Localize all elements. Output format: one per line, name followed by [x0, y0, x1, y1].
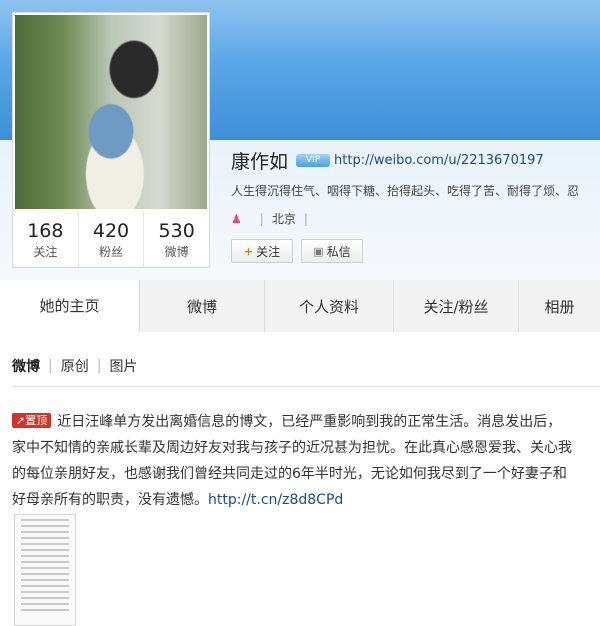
pinned-post: ➚置顶 近日汪峰单方发出离婚信息的博文，已经严重影响到我的正常生活。消息发出后， …: [12, 409, 600, 513]
filter-separator: |: [48, 358, 53, 374]
stat-followers-label: 粉丝: [99, 245, 124, 259]
document-text-line: [21, 525, 69, 527]
message-button-label: 私信: [326, 244, 351, 259]
document-text-line: [21, 585, 69, 587]
document-text-line: [21, 537, 69, 539]
profile-name-row: 康作如 VIP http://weibo.com/u/2213670197: [231, 147, 544, 174]
location-separator-trailing: |: [303, 211, 308, 226]
tab-weibo[interactable]: 微博: [140, 280, 265, 332]
avatar[interactable]: [15, 15, 207, 209]
tab-profile-info[interactable]: 个人资料: [265, 280, 394, 332]
filter-weibo[interactable]: 微博: [12, 356, 40, 376]
filter-separator: |: [96, 358, 102, 374]
profile-location[interactable]: 北京: [272, 210, 296, 227]
document-text-line: [21, 609, 69, 611]
post-text-1: 近日汪峰单方发出离婚信息的博文，已经严重影响到我的正常生活。消息发出后，: [57, 414, 562, 430]
follow-button[interactable]: + 关注: [231, 239, 293, 263]
document-text-line: [21, 543, 69, 545]
post-line-4: 好母亲所有的职责，没有遗憾。http://t.cn/z8d8CPd: [12, 487, 600, 513]
stat-following-count: 168: [27, 220, 64, 242]
profile-name: 康作如: [231, 151, 289, 173]
profile-location-row: ♟ | 北京 |: [231, 210, 316, 227]
message-button[interactable]: ▣ 私信: [301, 239, 363, 263]
plus-icon: +: [243, 244, 254, 258]
document-text-line: [21, 573, 69, 575]
post-image-thumbnail[interactable]: [14, 514, 76, 626]
document-text-line: [21, 567, 69, 569]
document-text-line: [21, 591, 69, 593]
stat-posts-count: 530: [158, 220, 195, 242]
pin-icon: ➚: [16, 414, 26, 427]
post-text-4: 好母亲所有的职责，没有遗憾。: [12, 492, 208, 508]
stat-followers[interactable]: 420 粉丝: [79, 211, 145, 267]
feed-divider: [12, 386, 600, 387]
post-text-2: 家中不知情的亲戚长辈及周边好友对我与孩子的近况甚为担忧。在此真心感恩爱我、关心我: [12, 440, 572, 456]
stat-posts[interactable]: 530 微博: [144, 211, 209, 267]
document-text-line: [21, 531, 69, 533]
profile-bio: 人生得沉得住气、咽得下糖、抬得起头、吃得了苦、耐得了烦、忍: [231, 184, 580, 198]
document-text-line: [21, 549, 69, 551]
pin-tag: ➚置顶: [12, 413, 52, 428]
document-text-line: [21, 603, 69, 605]
profile-url-link[interactable]: http://weibo.com/u/2213670197: [334, 153, 544, 168]
stat-posts-label: 微博: [164, 245, 189, 259]
tab-following-followers[interactable]: 关注/粉丝: [394, 280, 519, 332]
post-text-3: 的每位亲朋好友，也感谢我们曾经共同走过的6年半时光，无论如何我尽到了一个好妻子和: [12, 466, 567, 482]
profile-card: 168 关注 420 粉丝 530 微博: [12, 12, 210, 268]
post-short-link[interactable]: http://t.cn/z8d8CPd: [208, 492, 343, 508]
tab-albums[interactable]: 相册: [519, 280, 600, 332]
profile-tabs: 她的主页 微博 个人资料 关注/粉丝 相册: [0, 280, 600, 332]
stat-following-label: 关注: [33, 245, 58, 259]
profile-stats: 168 关注 420 粉丝 530 微博: [13, 211, 209, 267]
stat-following[interactable]: 168 关注: [13, 211, 79, 267]
post-line-1: ➚置顶 近日汪峰单方发出离婚信息的博文，已经严重影响到我的正常生活。消息发出后，: [12, 409, 600, 435]
document-text-line: [21, 561, 69, 563]
document-text-line: [21, 555, 69, 557]
document-text-line: [21, 519, 69, 521]
filter-original[interactable]: 原创: [61, 356, 89, 376]
document-text-line: [21, 597, 69, 599]
follow-button-label: 关注: [256, 244, 281, 259]
pin-tag-label: 置顶: [25, 414, 48, 427]
message-icon: ▣: [313, 244, 324, 258]
document-text-line: [21, 579, 69, 581]
filter-images[interactable]: 图片: [109, 356, 137, 376]
vip-badge-icon[interactable]: VIP: [296, 154, 331, 167]
location-separator: |: [259, 211, 264, 226]
person-icon: ♟: [231, 211, 242, 226]
stat-followers-count: 420: [92, 220, 130, 242]
feed-filter: 微博 | 原创 | 图片: [12, 356, 137, 376]
tab-home[interactable]: 她的主页: [0, 280, 140, 332]
